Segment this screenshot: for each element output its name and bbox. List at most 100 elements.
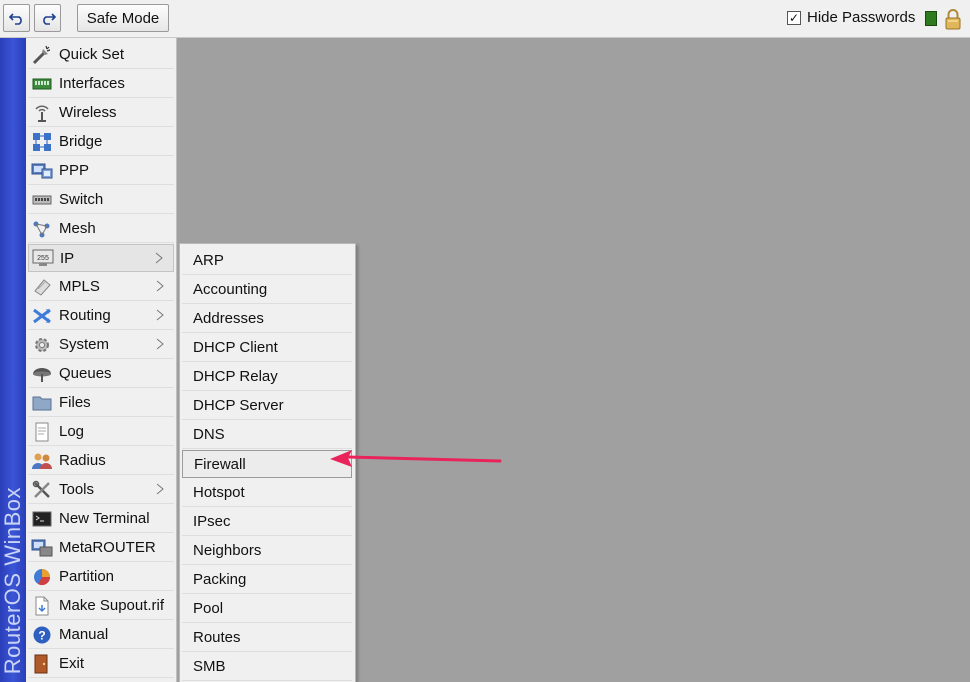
menu-item-label: Radius bbox=[59, 452, 106, 469]
switch-icon bbox=[31, 189, 53, 211]
submenu-arrow-icon bbox=[155, 252, 163, 264]
menu-item-files[interactable]: Files bbox=[28, 389, 174, 417]
menu-item-routing[interactable]: Routing bbox=[28, 302, 174, 330]
toolbar: Safe Mode ✓ Hide Passwords bbox=[0, 0, 970, 38]
menu-item-log[interactable]: Log bbox=[28, 418, 174, 446]
menu-item-label: MPLS bbox=[59, 278, 100, 295]
menu-item-system[interactable]: System bbox=[28, 331, 174, 359]
menu-item-quick-set[interactable]: Quick Set bbox=[28, 41, 174, 69]
main-menu: Quick Set Interfaces Wireless Bridge PPP… bbox=[26, 38, 177, 682]
menu-item-label: System bbox=[59, 336, 110, 353]
submenu-item-hotspot[interactable]: Hotspot bbox=[182, 479, 352, 507]
ip-icon: 255 bbox=[32, 247, 54, 269]
radius-icon bbox=[31, 450, 53, 472]
submenu-item-accounting[interactable]: Accounting bbox=[182, 276, 352, 304]
menu-item-metarouter[interactable]: MetaROUTER bbox=[28, 534, 174, 562]
submenu-item-dhcp-server[interactable]: DHCP Server bbox=[182, 392, 352, 420]
menu-item-new-terminal[interactable]: New Terminal bbox=[28, 505, 174, 533]
submenu-arrow-icon bbox=[156, 483, 164, 495]
submenu-item-ipsec[interactable]: IPsec bbox=[182, 508, 352, 536]
menu-item-label: Bridge bbox=[59, 133, 103, 150]
submenu-arrow-icon bbox=[156, 280, 164, 292]
menu-item-tools[interactable]: Tools bbox=[28, 476, 174, 504]
submenu-item-smb[interactable]: SMB bbox=[182, 653, 352, 681]
brand-text: RouterOS WinBox bbox=[0, 486, 25, 674]
submenu-arrow-icon bbox=[156, 309, 164, 321]
menu-item-ppp[interactable]: PPP bbox=[28, 157, 174, 185]
redo-button[interactable] bbox=[34, 4, 61, 32]
queues-icon bbox=[31, 363, 53, 385]
wireless-icon bbox=[31, 102, 53, 124]
routing-icon bbox=[31, 305, 53, 327]
menu-item-manual[interactable]: ? Manual bbox=[28, 621, 174, 649]
annotation-arrow-icon bbox=[330, 450, 502, 467]
submenu-item-arp[interactable]: ARP bbox=[182, 247, 352, 275]
submenu-item-packing[interactable]: Packing bbox=[182, 566, 352, 594]
menu-item-label: Log bbox=[59, 423, 85, 440]
terminal-icon bbox=[31, 508, 53, 530]
log-icon bbox=[31, 421, 53, 443]
exit-icon bbox=[31, 653, 53, 675]
menu-item-ip[interactable]: 255 IP bbox=[28, 244, 174, 272]
menu-item-mpls[interactable]: MPLS bbox=[28, 273, 174, 301]
connection-status-indicator bbox=[925, 11, 937, 26]
tools-icon bbox=[31, 479, 53, 501]
menu-item-wireless[interactable]: Wireless bbox=[28, 99, 174, 127]
brand-sidebar: RouterOS WinBox bbox=[0, 38, 26, 682]
hide-passwords-checkbox[interactable]: ✓ bbox=[787, 10, 801, 25]
menu-item-label: New Terminal bbox=[59, 510, 150, 527]
menu-item-partition[interactable]: Partition bbox=[28, 563, 174, 591]
menu-item-bridge[interactable]: Bridge bbox=[28, 128, 174, 156]
metarouter-icon bbox=[31, 537, 53, 559]
menu-item-label: PPP bbox=[59, 162, 90, 179]
safe-mode-button[interactable]: Safe Mode bbox=[77, 4, 169, 32]
safe-mode-label: Safe Mode bbox=[86, 9, 160, 27]
submenu-item-dhcp-client[interactable]: DHCP Client bbox=[182, 334, 352, 362]
mpls-icon bbox=[31, 276, 53, 298]
menu-item-label: Wireless bbox=[59, 104, 117, 121]
submenu-item-dhcp-relay[interactable]: DHCP Relay bbox=[182, 363, 352, 391]
hide-passwords-label: Hide Passwords bbox=[807, 9, 916, 26]
submenu-item-neighbors[interactable]: Neighbors bbox=[182, 537, 352, 565]
menu-item-label: Partition bbox=[59, 568, 115, 585]
menu-item-label: Mesh bbox=[59, 220, 96, 237]
interfaces-icon bbox=[31, 73, 53, 95]
submenu-item-dns[interactable]: DNS bbox=[182, 421, 352, 449]
submenu-arrow-icon bbox=[156, 338, 164, 350]
menu-item-mesh[interactable]: Mesh bbox=[28, 215, 174, 243]
menu-item-label: MetaROUTER bbox=[59, 539, 156, 556]
system-icon bbox=[31, 334, 53, 356]
svg-text:255: 255 bbox=[37, 255, 49, 262]
partition-icon bbox=[31, 566, 53, 588]
menu-item-interfaces[interactable]: Interfaces bbox=[28, 70, 174, 98]
menu-item-radius[interactable]: Radius bbox=[28, 447, 174, 475]
svg-text:?: ? bbox=[38, 628, 45, 642]
submenu-item-addresses[interactable]: Addresses bbox=[182, 305, 352, 333]
menu-item-exit[interactable]: Exit bbox=[28, 650, 174, 678]
menu-item-label: Quick Set bbox=[59, 46, 125, 63]
undo-icon bbox=[8, 13, 22, 25]
menu-item-label: Routing bbox=[59, 307, 111, 324]
menu-item-switch[interactable]: Switch bbox=[28, 186, 174, 214]
menu-item-queues[interactable]: Queues bbox=[28, 360, 174, 388]
menu-item-make-supout[interactable]: Make Supout.rif bbox=[28, 592, 174, 620]
menu-item-label: Exit bbox=[59, 655, 85, 672]
submenu-item-routes[interactable]: Routes bbox=[182, 624, 352, 652]
ppp-icon bbox=[31, 160, 53, 182]
undo-button[interactable] bbox=[3, 4, 30, 32]
manual-icon: ? bbox=[31, 624, 53, 646]
redo-icon bbox=[42, 13, 56, 25]
supout-icon bbox=[31, 595, 53, 617]
submenu-item-pool[interactable]: Pool bbox=[182, 595, 352, 623]
lock-icon bbox=[945, 9, 961, 30]
menu-item-label: Switch bbox=[59, 191, 104, 208]
hide-passwords-toggle[interactable]: ✓ Hide Passwords bbox=[787, 9, 915, 26]
quick-set-icon bbox=[31, 44, 53, 66]
mesh-icon bbox=[31, 218, 53, 240]
files-icon bbox=[31, 392, 53, 414]
bridge-icon bbox=[31, 131, 53, 153]
menu-item-label: Manual bbox=[59, 626, 109, 643]
checkmark-icon: ✓ bbox=[788, 10, 800, 25]
menu-item-label: Tools bbox=[59, 481, 95, 498]
menu-item-label: Queues bbox=[59, 365, 112, 382]
